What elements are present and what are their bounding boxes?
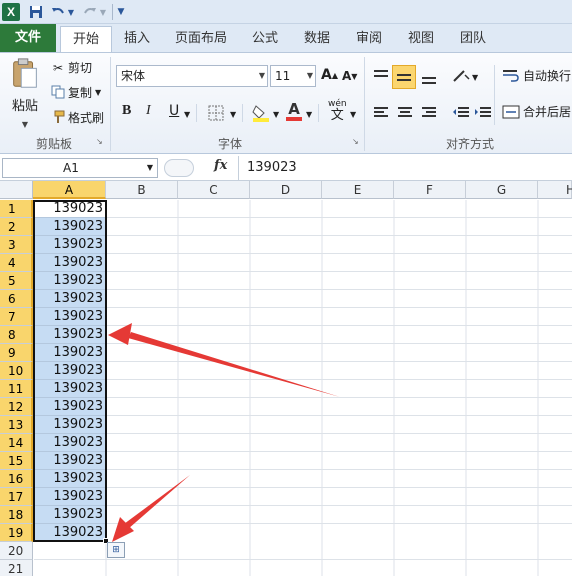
align-bottom-button[interactable] xyxy=(420,69,438,85)
formula-bar-toggle[interactable] xyxy=(164,159,194,177)
format-painter-label: 格式刷 xyxy=(68,111,105,125)
tab-team[interactable]: 团队 xyxy=(452,26,494,52)
phonetic-dropdown-icon[interactable]: ▼ xyxy=(350,110,356,119)
fill-color-dropdown-icon[interactable]: ▼ xyxy=(273,110,279,119)
italic-button[interactable]: I xyxy=(146,103,151,119)
insert-function-icon[interactable]: fx xyxy=(214,158,227,173)
wrap-text-label: 自动换行 xyxy=(523,69,572,83)
tab-page-layout[interactable]: 页面布局 xyxy=(168,26,234,52)
decrease-indent-button[interactable] xyxy=(452,105,470,121)
name-box-dropdown-icon[interactable]: ▼ xyxy=(147,159,153,177)
paste-icon xyxy=(13,58,37,88)
formula-input[interactable]: 139023 xyxy=(238,156,572,180)
merge-center-icon xyxy=(502,105,520,118)
align-right-button[interactable] xyxy=(420,105,438,121)
name-box[interactable]: A1 ▼ xyxy=(2,158,158,178)
cut-label: 剪切 xyxy=(68,61,93,75)
undo-dropdown-icon[interactable]: ▼ xyxy=(67,3,75,21)
annotation-arrows xyxy=(108,323,340,542)
orientation-button[interactable]: ▼ xyxy=(452,69,478,85)
font-color-dropdown-icon[interactable]: ▼ xyxy=(306,110,312,119)
underline-dropdown-icon[interactable]: ▼ xyxy=(184,110,190,119)
grow-font-icon: A xyxy=(321,67,332,83)
format-painter-icon xyxy=(50,110,66,126)
font-color-icon: A xyxy=(288,100,300,118)
shrink-font-icon: A xyxy=(342,69,352,83)
phonetic-char: 文 xyxy=(330,108,344,123)
align-middle-icon xyxy=(397,74,411,81)
cut-button[interactable]: ✂ 剪切 xyxy=(50,59,92,76)
tab-view[interactable]: 视图 xyxy=(400,26,442,52)
save-icon[interactable] xyxy=(28,3,44,21)
orientation-dropdown-icon: ▼ xyxy=(472,72,479,82)
merge-center-button[interactable]: 合并后居 xyxy=(502,103,571,120)
borders-dropdown-icon[interactable]: ▼ xyxy=(230,110,236,119)
shrink-font-button[interactable]: A ▼ xyxy=(342,69,357,83)
font-name-combo[interactable]: 宋体 ▼ xyxy=(116,65,268,87)
redo-icon[interactable] xyxy=(82,3,98,21)
font-size-value: 11 xyxy=(275,69,291,83)
increase-indent-button[interactable] xyxy=(474,105,492,121)
undo-icon[interactable] xyxy=(50,3,66,21)
tab-data[interactable]: 数据 xyxy=(296,26,338,52)
clipboard-group-label: 剪贴板 xyxy=(35,137,72,151)
bold-button[interactable]: B xyxy=(122,103,131,119)
phonetic-button[interactable]: wén 文 xyxy=(328,99,347,123)
name-box-value: A1 xyxy=(63,161,79,175)
font-name-value: 宋体 xyxy=(121,69,146,83)
align-top-button[interactable] xyxy=(372,69,390,85)
align-center-button[interactable] xyxy=(396,105,414,121)
font-group-label: 字体 xyxy=(217,137,242,151)
align-top-icon xyxy=(374,70,388,77)
decrease-indent-icon xyxy=(453,107,469,117)
align-bottom-icon xyxy=(422,77,436,84)
font-launcher-icon[interactable]: ↘ xyxy=(352,137,359,146)
quick-access-toolbar: X ▼ ▼ ▼ xyxy=(0,0,572,24)
increase-indent-icon xyxy=(475,107,491,117)
chevron-down-icon: ▼ xyxy=(306,71,313,80)
wrap-text-icon xyxy=(503,69,519,82)
copy-button[interactable]: 复制 ▼ xyxy=(50,84,101,101)
tab-insert[interactable]: 插入 xyxy=(116,26,158,52)
copy-dropdown-icon[interactable]: ▼ xyxy=(95,88,101,97)
excel-logo-icon: X xyxy=(2,3,20,21)
tab-formulas[interactable]: 公式 xyxy=(244,26,286,52)
copy-label: 复制 xyxy=(68,86,93,100)
borders-icon xyxy=(208,105,224,121)
align-middle-button[interactable] xyxy=(392,65,416,89)
format-painter-button[interactable]: 格式刷 xyxy=(50,109,104,126)
clipboard-launcher-icon[interactable]: ↘ xyxy=(96,137,103,146)
font-size-combo[interactable]: 11 ▼ xyxy=(270,65,316,87)
tab-review[interactable]: 审阅 xyxy=(348,26,390,52)
paste-dropdown-icon[interactable]: ▼ xyxy=(22,120,28,129)
copy-icon xyxy=(50,85,66,101)
alignment-group-label: 对齐方式 xyxy=(445,137,494,151)
redo-dropdown-icon[interactable]: ▼ xyxy=(99,3,107,21)
chevron-down-icon: ▼ xyxy=(258,71,265,80)
paste-button[interactable]: 粘贴 ▼ xyxy=(6,57,44,129)
wrap-text-button[interactable]: 自动换行 xyxy=(502,67,571,84)
align-left-button[interactable] xyxy=(372,105,390,121)
borders-button[interactable] xyxy=(208,105,224,121)
grow-font-button[interactable]: A ▲ xyxy=(321,67,338,83)
orientation-icon xyxy=(453,70,470,82)
formula-bar: A1 ▼ fx 139023 xyxy=(0,155,572,181)
font-color-button[interactable]: A xyxy=(286,101,302,121)
align-left-icon xyxy=(374,107,388,117)
fill-bucket-icon xyxy=(252,105,269,122)
ribbon: 粘贴 ▼ ✂ 剪切 复制 ▼ 格式刷 剪贴板 ↘ 宋体 ▼ 11 ▼ A ▲ A ▼… xyxy=(0,52,572,154)
underline-button[interactable]: U xyxy=(169,103,179,119)
align-center-icon xyxy=(398,107,412,117)
fill-color-button[interactable] xyxy=(252,103,270,123)
scissors-icon: ✂ xyxy=(52,60,64,75)
align-right-icon xyxy=(422,107,436,117)
customize-icon[interactable]: ▼ xyxy=(116,3,126,21)
tab-home[interactable]: 开始 xyxy=(60,26,112,53)
merge-center-label: 合并后居 xyxy=(523,105,572,119)
tab-file[interactable]: 文件 xyxy=(0,24,56,52)
paste-label: 粘贴 xyxy=(11,99,38,114)
ribbon-tabs: 文件 开始 插入 页面布局 公式 数据 审阅 视图 团队 xyxy=(0,24,572,53)
